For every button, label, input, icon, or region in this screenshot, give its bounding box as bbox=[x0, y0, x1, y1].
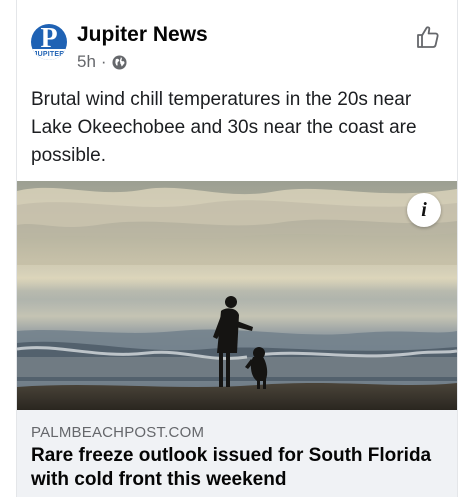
post-text: Brutal wind chill temperatures in the 20… bbox=[31, 89, 417, 166]
globe-icon bbox=[112, 54, 127, 70]
post-card: P JUPITER Jupiter News 5h · Brutal wind … bbox=[16, 0, 458, 497]
meta-separator: · bbox=[100, 52, 107, 71]
avatar[interactable]: P JUPITER bbox=[31, 24, 67, 60]
post-header: P JUPITER Jupiter News 5h · bbox=[31, 22, 443, 74]
thumbs-up-icon[interactable] bbox=[415, 24, 441, 50]
post-meta: 5h · bbox=[77, 52, 127, 72]
avatar-strip-text: JUPITER bbox=[31, 49, 67, 60]
beach-scene bbox=[17, 181, 457, 410]
link-preview[interactable]: PALMBEACHPOST.COM Rare freeze outlook is… bbox=[17, 410, 457, 497]
beach-photo[interactable]: i bbox=[17, 181, 457, 410]
post-time[interactable]: 5h bbox=[77, 52, 96, 72]
page-name-link[interactable]: Jupiter News bbox=[77, 22, 208, 48]
link-domain: PALMBEACHPOST.COM bbox=[31, 424, 205, 441]
info-button[interactable]: i bbox=[407, 193, 441, 227]
link-headline[interactable]: Rare freeze outlook issued for South Flo… bbox=[31, 444, 441, 492]
